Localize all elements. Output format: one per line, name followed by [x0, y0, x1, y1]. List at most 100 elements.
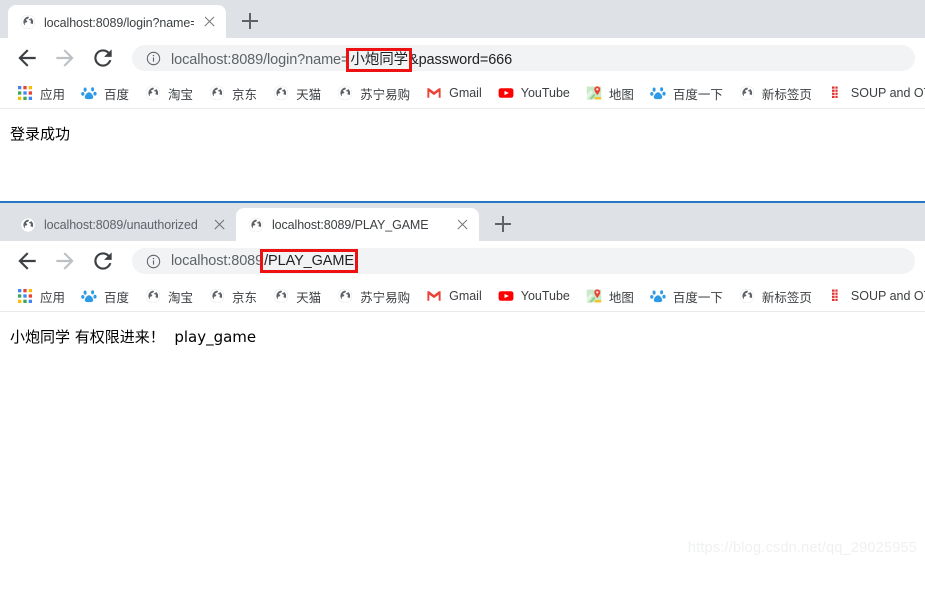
bookmark-label: 应用	[40, 290, 66, 305]
bookmark-item-newtab[interactable]: 新标签页	[732, 284, 819, 308]
toolbar-bottom: localhost:8089/PLAY_GAME	[0, 241, 925, 281]
globe-icon	[20, 14, 36, 30]
bookmark-label: 百度一下	[672, 87, 723, 102]
reload-icon[interactable]	[90, 45, 116, 71]
address-bar-bottom[interactable]: localhost:8089/PLAY_GAME	[132, 248, 915, 274]
authorized-message-cn: 小炮同学 有权限进来！	[10, 328, 165, 346]
bookmark-item-suning[interactable]: 苏宁易购	[330, 81, 417, 105]
globe-icon	[20, 217, 36, 233]
apps-grid-icon	[17, 288, 33, 304]
bookmark-item-soup[interactable]: SOUP and OT	[821, 81, 925, 105]
bookmark-item-gmail[interactable]: Gmail	[419, 81, 489, 105]
youtube-icon	[498, 288, 514, 304]
close-icon[interactable]	[212, 217, 228, 233]
close-icon[interactable]	[455, 217, 471, 233]
login-success-message: 登录成功	[10, 125, 71, 143]
toolbar-top: localhost:8089/login?name=小炮同学&password=…	[0, 38, 925, 78]
browser-tab[interactable]: localhost:8089/login?name=小	[8, 5, 226, 38]
bookmark-item-tmall[interactable]: 天猫	[266, 284, 328, 308]
info-icon[interactable]	[146, 254, 161, 269]
close-icon[interactable]	[202, 14, 218, 30]
globe-icon	[337, 288, 353, 304]
authorized-message: 小炮同学 有权限进来！ play_game	[0, 312, 925, 347]
bookmark-item-apps[interactable]: 应用	[10, 81, 72, 105]
bookmark-label: 苏宁易购	[360, 290, 411, 305]
bookmark-item-jd[interactable]: 京东	[202, 81, 264, 105]
bookmark-item-maps[interactable]: 地图	[579, 284, 641, 308]
url-highlight-box: 小炮同学	[346, 47, 412, 72]
bookmark-item-taobao[interactable]: 淘宝	[138, 284, 200, 308]
bookmark-label: SOUP and OT	[850, 86, 925, 100]
url-highlight-box: /PLAY_GAME	[260, 249, 358, 273]
bookmark-item-maps[interactable]: 地图	[579, 81, 641, 105]
address-bar-top[interactable]: localhost:8089/login?name=小炮同学&password=…	[132, 45, 915, 72]
new-tab-button[interactable]	[236, 7, 264, 35]
back-arrow-icon[interactable]	[14, 45, 40, 71]
bookmark-label: 百度	[104, 290, 130, 305]
globe-icon	[739, 85, 755, 101]
tab-title: localhost:8089/login?name=小	[44, 16, 194, 30]
address-bar-url: localhost:8089/PLAY_GAME	[171, 249, 358, 273]
bookmark-label: 天猫	[296, 87, 322, 102]
globe-icon	[145, 288, 161, 304]
tab-title: localhost:8089/unauthorized	[44, 217, 198, 232]
apps-grid-icon	[17, 85, 33, 101]
soup-icon	[828, 85, 844, 101]
bookmark-item-taobao[interactable]: 淘宝	[138, 81, 200, 105]
globe-icon	[273, 85, 289, 101]
browser-tab[interactable]: localhost:8089/unauthorized	[8, 208, 236, 241]
new-tab-button[interactable]	[489, 210, 517, 238]
bookmark-item-baidu-search[interactable]: 百度一下	[643, 284, 730, 308]
forward-arrow-icon	[52, 45, 78, 71]
browser-window-top: localhost:8089/login?name=小 localhost:80…	[0, 0, 925, 201]
tab-title: localhost:8089/PLAY_GAME	[272, 217, 429, 232]
globe-icon	[209, 288, 225, 304]
globe-icon	[248, 217, 264, 233]
youtube-icon	[498, 85, 514, 101]
bookmark-label: Gmail	[449, 289, 482, 303]
page-content-top: 登录成功	[0, 109, 925, 201]
gmail-icon	[426, 85, 442, 101]
bookmark-item-soup[interactable]: SOUP and OT	[821, 284, 925, 308]
tab-strip-bottom: localhost:8089/unauthorized localhost:80…	[0, 203, 925, 241]
bookmark-label: 百度一下	[672, 290, 723, 305]
bookmark-item-youtube[interactable]: YouTube	[491, 284, 577, 308]
bookmark-item-jd[interactable]: 京东	[202, 284, 264, 308]
bookmark-label: 淘宝	[168, 87, 194, 102]
page-content-bottom: 小炮同学 有权限进来！ play_game	[0, 312, 925, 612]
bookmark-label: YouTube	[520, 289, 570, 303]
bookmark-label: 淘宝	[168, 290, 194, 305]
bookmark-item-baidu[interactable]: 百度	[74, 81, 136, 105]
back-arrow-icon[interactable]	[14, 248, 40, 274]
info-icon[interactable]	[146, 51, 161, 66]
globe-icon	[145, 85, 161, 101]
gmail-icon	[426, 288, 442, 304]
bookmarks-bar-top: 应用 百度 淘宝 京东 天猫 苏宁易购 Gmail YouTube 地图 百度一…	[0, 78, 925, 109]
bookmark-item-youtube[interactable]: YouTube	[491, 81, 577, 105]
globe-icon	[209, 85, 225, 101]
bookmark-label: 地图	[608, 87, 634, 102]
url-suffix: &password=666	[409, 51, 513, 68]
bookmark-item-baidu-search[interactable]: 百度一下	[643, 81, 730, 105]
bookmark-item-newtab[interactable]: 新标签页	[732, 81, 819, 105]
bookmark-item-apps[interactable]: 应用	[10, 284, 72, 308]
forward-arrow-icon	[52, 248, 78, 274]
bookmark-label: 百度	[104, 87, 130, 102]
watermark: https://blog.csdn.net/qq_29025955	[687, 540, 917, 556]
browser-tab[interactable]: localhost:8089/PLAY_GAME	[236, 208, 479, 241]
bookmark-item-tmall[interactable]: 天猫	[266, 81, 328, 105]
bookmark-label: 应用	[40, 87, 66, 102]
reload-icon[interactable]	[90, 248, 116, 274]
bookmark-label: 新标签页	[761, 290, 812, 305]
bookmarks-bar-bottom: 应用 百度 淘宝 京东 天猫 苏宁易购 Gmail YouTube 地图 百度一…	[0, 281, 925, 312]
url-prefix: localhost:8089	[171, 253, 264, 269]
bookmark-label: 京东	[232, 87, 258, 102]
address-bar-url: localhost:8089/login?name=小炮同学&password=…	[171, 47, 513, 72]
bookmark-item-gmail[interactable]: Gmail	[419, 284, 489, 308]
tab-strip-top: localhost:8089/login?name=小	[0, 0, 925, 38]
baidu-icon	[81, 85, 97, 101]
maps-pin-icon	[586, 288, 602, 304]
bookmark-label: 京东	[232, 290, 258, 305]
bookmark-item-baidu[interactable]: 百度	[74, 284, 136, 308]
bookmark-item-suning[interactable]: 苏宁易购	[330, 284, 417, 308]
